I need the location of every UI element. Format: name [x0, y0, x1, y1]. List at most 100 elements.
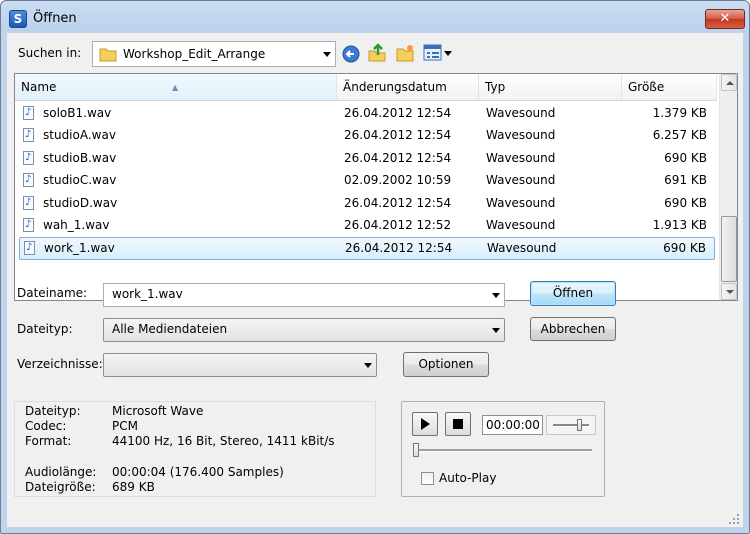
cancel-button[interactable]: Abbrechen [530, 317, 616, 341]
list-item[interactable]: ♪ studioB.wav 26.04.2012 12:54 Wavesound… [19, 148, 715, 169]
file-date: 26.04.2012 12:54 [344, 106, 452, 120]
file-name: soloB1.wav [43, 106, 112, 120]
close-button[interactable]: ✕ [705, 9, 745, 29]
list-item[interactable]: ♪ studioA.wav 26.04.2012 12:54 Wavesound… [19, 125, 715, 146]
position-thumb[interactable] [413, 443, 419, 457]
info-size-value: 689 KB [112, 480, 155, 494]
scroll-down-button[interactable] [721, 283, 737, 300]
directories-label: Verzeichnisse: [17, 357, 103, 371]
file-date: 26.04.2012 12:52 [344, 218, 452, 232]
open-button[interactable]: Öffnen [530, 281, 616, 306]
resize-grip-icon[interactable] [728, 513, 740, 525]
time-display: 00:00:00 [482, 415, 543, 435]
file-type: Wavesound [486, 173, 556, 187]
scroll-thumb[interactable] [721, 216, 737, 282]
list-item[interactable]: ♪ studioD.wav 26.04.2012 12:54 Wavesound… [19, 193, 715, 214]
file-type: Wavesound [486, 218, 556, 232]
volume-slider[interactable] [546, 415, 596, 435]
file-type: Wavesound [486, 128, 556, 142]
column-name[interactable]: Name ▲ [15, 74, 337, 100]
file-date: 26.04.2012 12:54 [345, 241, 453, 255]
list-item[interactable]: ♪ soloB1.wav 26.04.2012 12:54 Wavesound … [19, 103, 715, 124]
audio-file-icon: ♪ [23, 128, 34, 142]
file-size: 690 KB [663, 241, 706, 255]
list-item-selected[interactable]: ♪ work_1.wav 26.04.2012 12:54 Wavesound … [19, 237, 715, 260]
scroll-up-button[interactable] [721, 74, 737, 91]
stop-icon [453, 419, 463, 429]
column-date[interactable]: Änderungsdatum [337, 74, 479, 100]
info-format-value: 44100 Hz, 16 Bit, Stereo, 1411 kBit/s [112, 434, 335, 448]
info-filetype-key: Dateityp: [25, 404, 81, 418]
file-type: Wavesound [486, 196, 556, 210]
stop-button[interactable] [445, 412, 471, 436]
audio-file-icon: ♪ [23, 196, 34, 210]
info-codec-key: Codec: [25, 419, 67, 433]
autoplay-checkbox[interactable] [421, 472, 434, 485]
column-type[interactable]: Typ [479, 74, 622, 100]
sort-ascending-icon: ▲ [172, 83, 179, 92]
chevron-down-icon[interactable] [323, 52, 331, 57]
file-name: studioA.wav [43, 128, 116, 142]
file-type: Wavesound [486, 106, 556, 120]
audio-file-icon: ♪ [23, 173, 34, 187]
file-name: studioB.wav [43, 151, 117, 165]
play-button[interactable] [412, 412, 438, 436]
file-type: Wavesound [486, 151, 556, 165]
volume-thumb[interactable] [577, 419, 582, 431]
chevron-down-icon[interactable] [364, 363, 372, 368]
play-icon [421, 418, 430, 430]
file-size: 1.913 KB [652, 218, 707, 232]
vertical-scrollbar[interactable] [719, 74, 737, 300]
audio-preview-player: 00:00:00 Auto-Play [401, 401, 605, 497]
lookin-label: Suchen in: [18, 46, 82, 60]
file-name: studioD.wav [43, 196, 118, 210]
audio-file-icon: ♪ [23, 106, 34, 120]
app-icon: S [9, 10, 27, 28]
list-header: Name ▲ Änderungsdatum Typ Größe [15, 74, 717, 101]
directories-select[interactable] [103, 353, 377, 377]
file-date: 26.04.2012 12:54 [344, 128, 452, 142]
list-item[interactable]: ♪ wah_1.wav 26.04.2012 12:52 Wavesound 1… [19, 215, 715, 236]
filetype-value: Alle Mediendateien [112, 322, 228, 336]
position-track[interactable] [414, 449, 592, 452]
folder-icon [99, 48, 117, 62]
info-length-value: 00:00:04 (176.400 Samples) [112, 465, 284, 479]
list-item[interactable]: ♪ studioC.wav 02.09.2002 10:59 Wavesound… [19, 170, 715, 191]
lookin-value: Workshop_Edit_Arrange [123, 47, 266, 61]
audio-file-icon: ♪ [24, 241, 35, 255]
filetype-select[interactable]: Alle Mediendateien [103, 318, 505, 342]
file-date: 26.04.2012 12:54 [344, 196, 452, 210]
file-size: 6.257 KB [652, 128, 707, 142]
chevron-down-icon[interactable] [492, 293, 500, 298]
title-bar[interactable]: S Öffnen ✕ [1, 1, 749, 33]
view-menu-icon [423, 44, 442, 61]
lookin-combo[interactable]: Workshop_Edit_Arrange [92, 41, 336, 67]
info-codec-value: PCM [112, 419, 138, 433]
view-menu-button[interactable] [423, 44, 453, 64]
up-folder-icon[interactable] [367, 43, 387, 63]
column-size[interactable]: Größe [622, 74, 717, 100]
filename-value: work_1.wav [112, 287, 183, 301]
info-filetype-value: Microsoft Wave [112, 404, 204, 418]
options-button[interactable]: Optionen [403, 352, 489, 377]
filename-input[interactable]: work_1.wav [103, 283, 505, 307]
open-dialog: S Öffnen ✕ Suchen in: Workshop_Edit_Arra… [0, 0, 750, 534]
file-size: 690 KB [664, 151, 707, 165]
file-size: 1.379 KB [652, 106, 707, 120]
audio-file-icon: ♪ [23, 151, 34, 165]
new-folder-icon[interactable] [395, 43, 415, 63]
window-title: Öffnen [33, 11, 77, 26]
chevron-down-icon[interactable] [492, 328, 500, 333]
autoplay-label: Auto-Play [439, 471, 497, 485]
file-name: wah_1.wav [43, 218, 110, 232]
info-length-key: Audiolänge: [25, 465, 97, 479]
file-date: 26.04.2012 12:54 [344, 151, 452, 165]
file-list[interactable]: Name ▲ Änderungsdatum Typ Größe ♪ soloB1… [14, 73, 738, 301]
info-format-key: Format: [25, 434, 72, 448]
info-size-key: Dateigröße: [25, 480, 96, 494]
audio-file-icon: ♪ [23, 218, 34, 232]
back-icon[interactable] [341, 44, 361, 64]
file-info-panel: Dateityp: Microsoft Wave Codec: PCM Form… [14, 401, 376, 497]
filetype-label: Dateityp: [17, 322, 73, 336]
file-name: studioC.wav [43, 173, 117, 187]
